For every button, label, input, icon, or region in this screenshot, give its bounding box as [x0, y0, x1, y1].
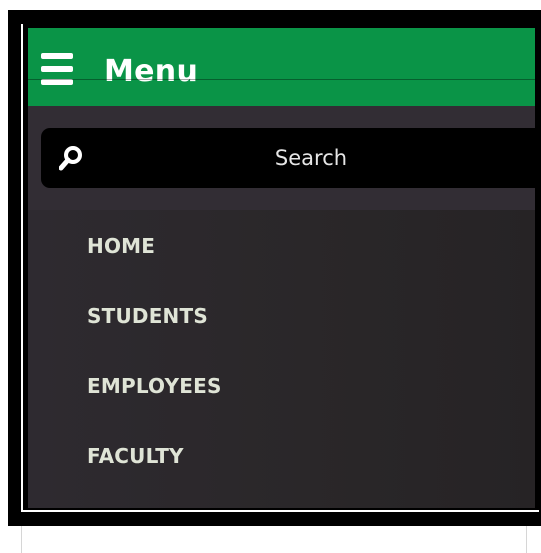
nav-item-home[interactable]: HOME — [87, 226, 155, 266]
search-area: Search — [28, 106, 535, 210]
search-input[interactable]: Search — [41, 128, 535, 188]
menu-header[interactable]: Menu — [28, 28, 535, 106]
page-content-strip — [21, 526, 527, 553]
hamburger-menu-icon[interactable] — [41, 53, 73, 85]
menu-title: Menu — [104, 54, 199, 89]
search-label: Search — [274, 146, 348, 170]
nav-item-faculty[interactable]: FACULTY — [87, 436, 184, 476]
nav-item-students[interactable]: STUDENTS — [87, 296, 208, 336]
side-menu-panel: Menu Search HOME STUDENTS EMPLOYEES FACU… — [28, 28, 535, 508]
header-divider — [28, 79, 535, 80]
nav-item-employees[interactable]: EMPLOYEES — [87, 366, 222, 406]
